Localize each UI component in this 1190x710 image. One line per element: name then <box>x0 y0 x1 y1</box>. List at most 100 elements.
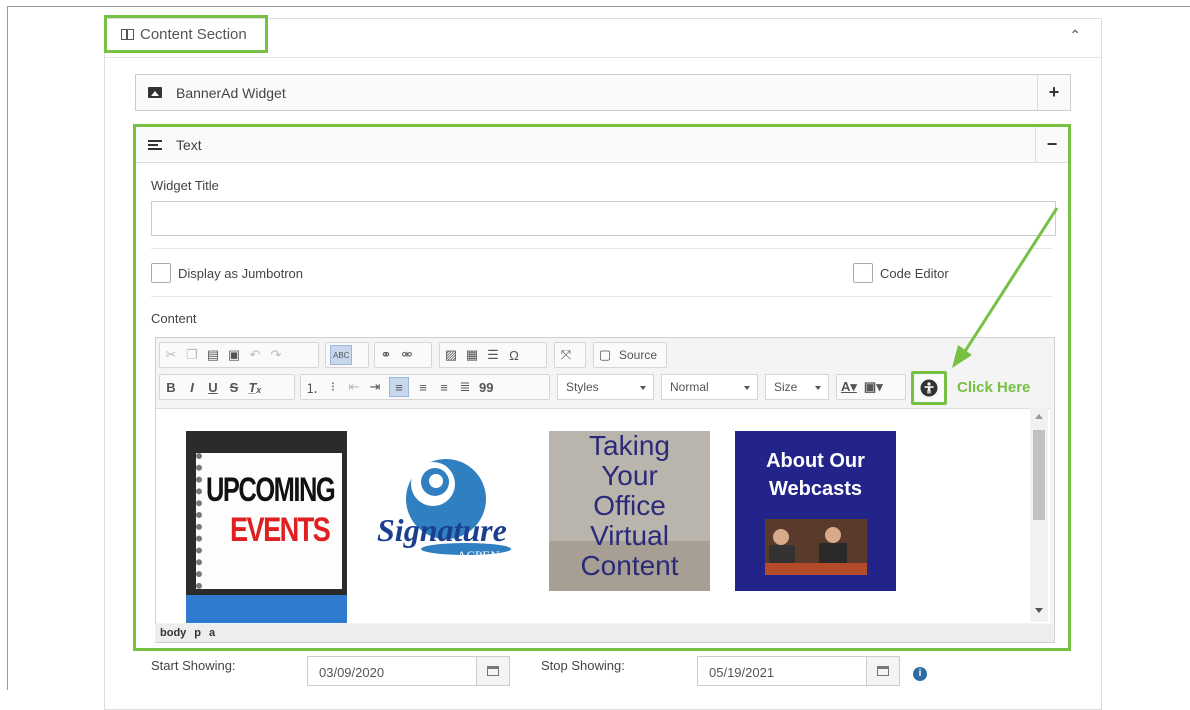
align-left-icon <box>148 139 162 150</box>
virtual-office-text: Taking Your Office Virtual Content <box>580 430 679 581</box>
numbered-list-icon[interactable]: ⒈ <box>305 378 319 396</box>
text-color-icon[interactable]: A▾ <box>841 378 857 396</box>
source-button[interactable]: Source <box>619 346 657 364</box>
underline-button[interactable]: U <box>206 378 220 396</box>
element-path-bar: body p a <box>155 624 1053 642</box>
justify-icon[interactable]: ≣ <box>458 378 472 396</box>
widget-title-label: Widget Title <box>151 178 219 193</box>
banner-ad-widget-header[interactable]: BannerAd Widget + <box>136 75 1070 110</box>
scroll-down-icon[interactable] <box>1035 608 1043 613</box>
calendar-icon <box>877 666 889 676</box>
caret-down-icon <box>640 386 646 390</box>
format-dropdown[interactable]: Normal <box>661 374 758 400</box>
horizontal-line-icon[interactable]: ☰ <box>486 346 500 364</box>
clipboard-toolbar-group: ✂ ❐ ▤ ▣ ↶ ↷ <box>159 342 319 368</box>
start-calendar-button[interactable] <box>476 656 510 686</box>
frame-top-border <box>7 6 1190 7</box>
columns-icon <box>121 28 134 40</box>
size-dropdown[interactable]: Size <box>765 374 829 400</box>
content-label: Content <box>151 311 197 326</box>
image-insert-icon[interactable]: ▨ <box>444 346 458 364</box>
align-center-icon[interactable]: ≡ <box>416 378 430 396</box>
content-section-title-highlight[interactable]: Content Section <box>104 15 268 53</box>
virtual-office-image[interactable]: Taking Your Office Virtual Content <box>549 431 710 591</box>
unlink-icon[interactable]: ⚮ <box>400 346 414 364</box>
undo-icon[interactable]: ↶ <box>248 346 262 364</box>
align-left-button-icon[interactable]: ≡ <box>389 377 409 397</box>
events-text: EVENTS <box>230 511 331 549</box>
spellcheck-button[interactable]: ABC <box>330 345 353 365</box>
info-icon[interactable]: i <box>913 667 927 681</box>
basic-style-toolbar-group: B I U S T̲ₓ <box>159 374 295 400</box>
bulleted-list-icon[interactable]: ⁝ <box>326 378 340 396</box>
scroll-thumb[interactable] <box>1033 430 1045 520</box>
stop-date-input[interactable]: 05/19/2021 <box>697 656 867 686</box>
acpen-text: ACPEN <box>457 548 500 563</box>
content-section-title: Content Section <box>140 25 247 43</box>
paragraph-toolbar-group: ⒈ ⁝ ⇤ ⇥ ≡ ≡ ≡ ≣ 99 <box>300 374 550 400</box>
start-date-input[interactable]: 03/09/2020 <box>307 656 477 686</box>
code-editor-checkbox[interactable] <box>853 263 873 283</box>
path-a[interactable]: a <box>209 627 215 639</box>
indent-icon[interactable]: ⇥ <box>368 378 382 396</box>
path-body[interactable]: body <box>160 627 186 639</box>
code-editor-label: Code Editor <box>880 266 949 281</box>
redo-icon[interactable]: ↷ <box>269 346 283 364</box>
frame-left-border <box>7 6 8 690</box>
text-widget-title: Text <box>176 136 202 153</box>
webcast-photo <box>765 519 867 575</box>
click-here-annotation: Click Here <box>957 379 1031 396</box>
caret-down-icon <box>815 386 821 390</box>
background-color-icon[interactable]: ▣▾ <box>864 378 883 396</box>
widget-title-input[interactable] <box>151 201 1056 236</box>
banner-ad-widget: BannerAd Widget + <box>135 74 1071 111</box>
source-icon[interactable]: ▢ <box>598 346 612 364</box>
path-p[interactable]: p <box>194 627 201 639</box>
signature-acpen-logo[interactable]: Signature ACPEN <box>371 454 521 564</box>
link-toolbar-group: ⚭ ⚮ <box>374 342 432 368</box>
outdent-icon[interactable]: ⇤ <box>347 378 361 396</box>
paste-text-icon[interactable]: ▣ <box>227 346 241 364</box>
signature-text: Signature <box>377 512 507 548</box>
styles-dropdown[interactable]: Styles <box>557 374 654 400</box>
maximize-icon[interactable]: ⤧ <box>559 346 573 364</box>
content-scrollbar[interactable] <box>1030 408 1048 622</box>
special-char-button[interactable]: Ω <box>507 346 521 364</box>
start-showing-label: Start Showing: <box>151 658 236 673</box>
paste-icon[interactable]: ▤ <box>206 346 220 364</box>
source-toolbar-group: ▢ Source <box>593 342 667 368</box>
jumbotron-checkbox[interactable] <box>151 263 171 283</box>
chevron-up-icon[interactable]: ⌃ <box>1069 27 1081 44</box>
blockquote-button[interactable]: 99 <box>479 378 493 396</box>
banner-ad-widget-title: BannerAd Widget <box>176 84 286 101</box>
webcasts-image[interactable]: About Our Webcasts <box>735 431 896 591</box>
insert-toolbar-group: ▨ ▦ ☰ Ω <box>439 342 547 368</box>
annotation-arrow <box>952 207 1059 368</box>
copy-icon[interactable]: ❐ <box>185 346 199 364</box>
align-right-icon[interactable]: ≡ <box>437 378 451 396</box>
link-icon[interactable]: ⚭ <box>379 346 393 364</box>
collapse-button[interactable]: − <box>1035 127 1068 162</box>
editor-content-area[interactable]: UPCOMING EVENTS Signature ACPEN Taking Y… <box>156 408 1050 623</box>
bold-button[interactable]: B <box>164 378 178 396</box>
italic-button[interactable]: I <box>185 378 199 396</box>
color-toolbar-group: A▾ ▣▾ <box>836 374 906 400</box>
strikethrough-button[interactable]: S <box>227 378 241 396</box>
jumbotron-label: Display as Jumbotron <box>178 266 303 281</box>
divider <box>151 248 1052 249</box>
webcasts-text: About Our Webcasts <box>766 450 865 500</box>
accessibility-icon <box>920 379 938 397</box>
remove-format-icon[interactable]: T̲ₓ <box>248 378 262 396</box>
upcoming-text: UPCOMING <box>206 471 336 509</box>
calendar-icon <box>487 666 499 676</box>
upcoming-events-image[interactable]: UPCOMING EVENTS <box>186 431 347 623</box>
accessibility-button-highlight[interactable] <box>911 371 947 405</box>
spellcheck-toolbar-group: ABC <box>325 342 369 368</box>
content-section-header[interactable]: Content Section ⌃ <box>104 15 1101 58</box>
text-widget-header[interactable]: Text − <box>136 127 1068 163</box>
scroll-up-icon[interactable] <box>1035 414 1043 419</box>
expand-button[interactable]: + <box>1037 75 1070 110</box>
table-icon[interactable]: ▦ <box>465 346 479 364</box>
cut-icon[interactable]: ✂ <box>164 346 178 364</box>
stop-calendar-button[interactable] <box>866 656 900 686</box>
